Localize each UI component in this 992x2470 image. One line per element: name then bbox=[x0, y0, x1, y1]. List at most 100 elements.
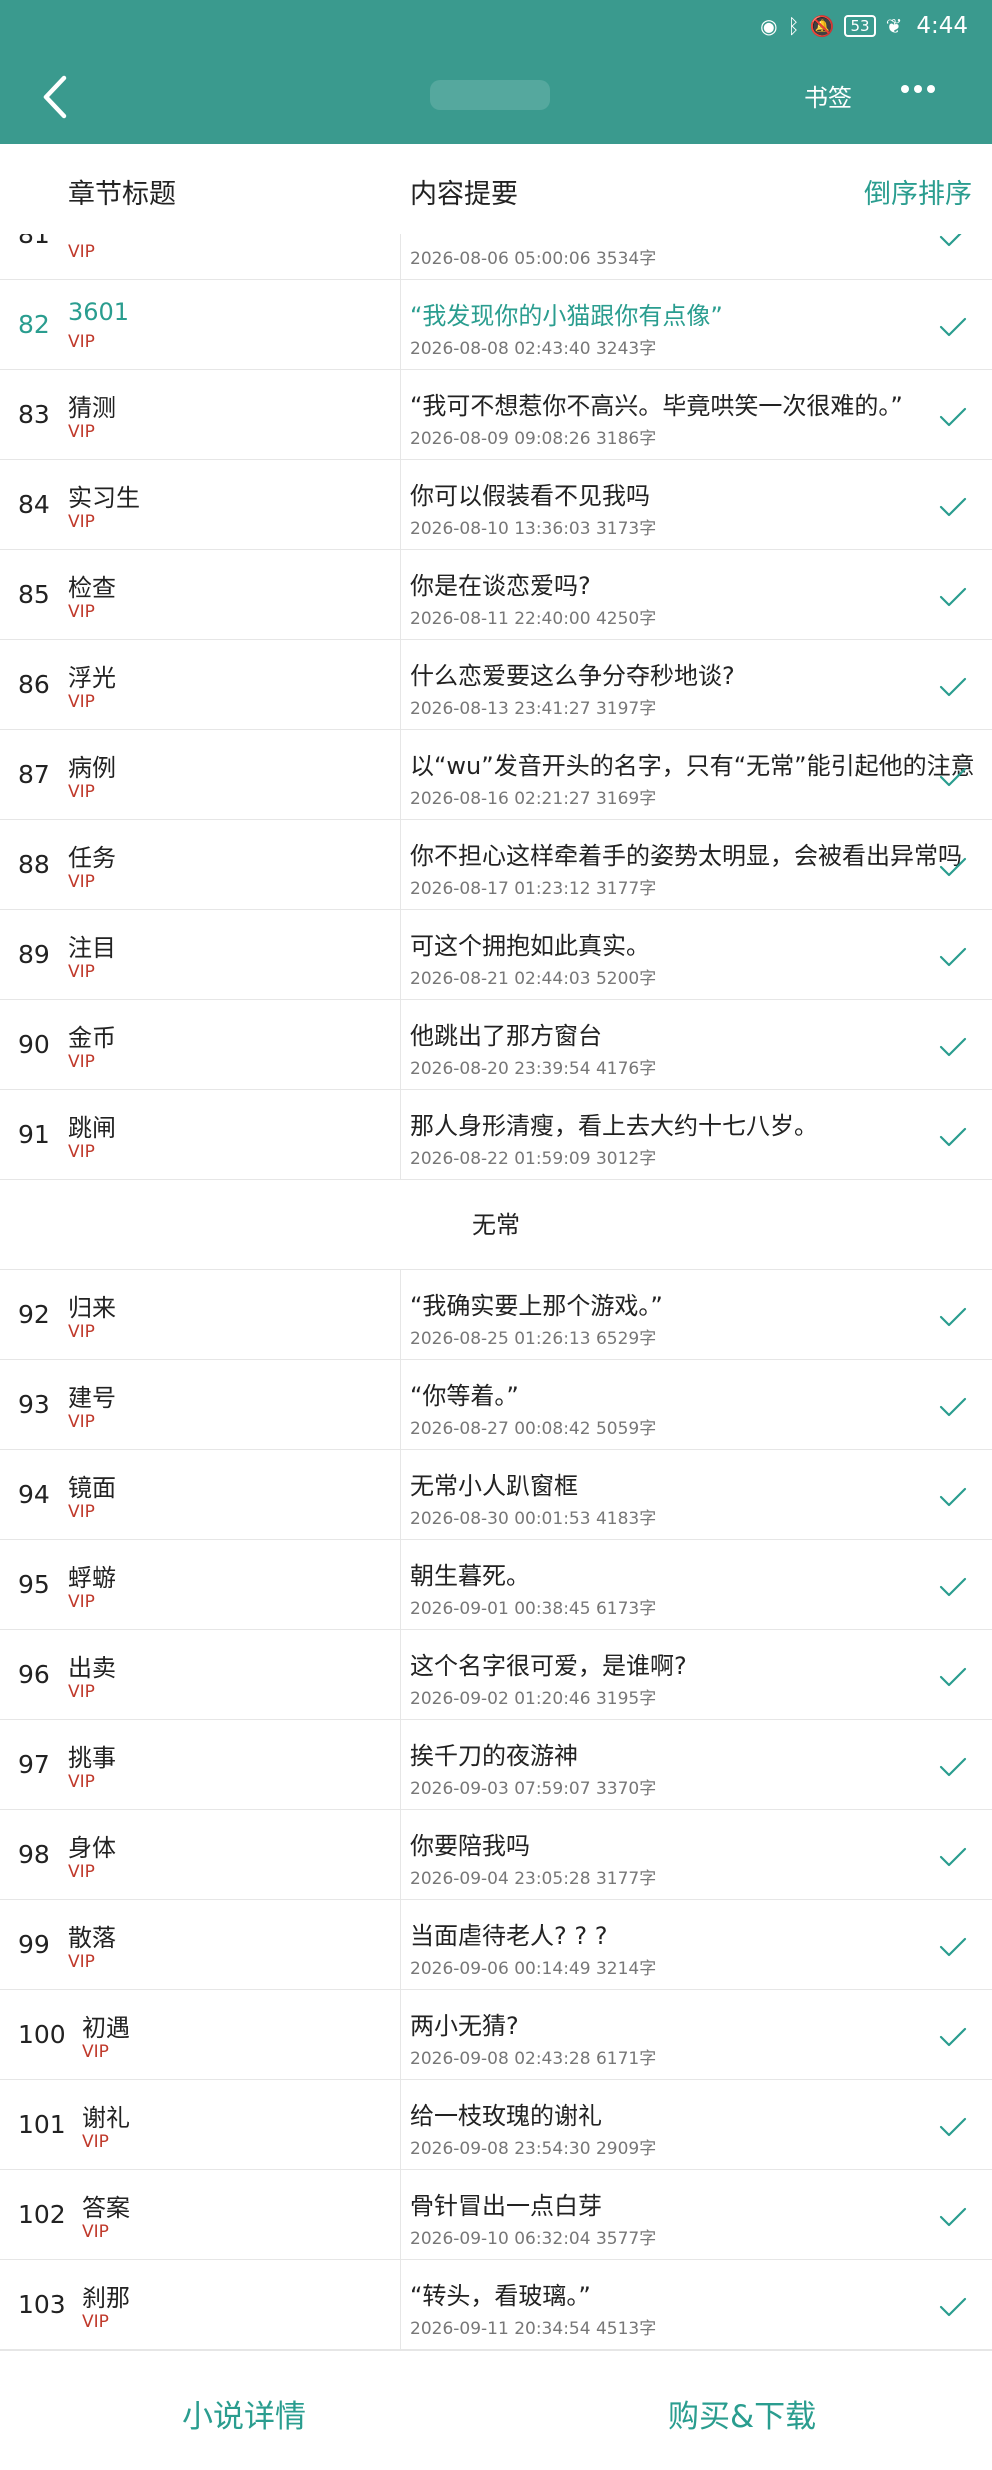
status-time: 4:44 bbox=[916, 13, 968, 39]
chapter-meta: 2026-08-20 23:39:54 4176字 bbox=[410, 1059, 657, 1079]
column-divider bbox=[400, 370, 401, 460]
chapter-number: 95 bbox=[18, 1570, 50, 1599]
novel-details-button[interactable]: 小说详情 bbox=[182, 2391, 306, 2436]
chapter-title: 猜测 bbox=[68, 394, 116, 422]
check-icon bbox=[938, 406, 968, 428]
chapter-row[interactable]: 82 3601 VIP “我发现你的小猫跟你有点像” 2026-08-08 02:43:… bbox=[0, 280, 992, 370]
bookmark-button[interactable]: 书签 bbox=[804, 78, 852, 113]
leaf-icon: ❦ bbox=[885, 14, 903, 38]
back-icon[interactable] bbox=[36, 72, 76, 122]
chapter-number: 82 bbox=[18, 310, 50, 339]
column-divider bbox=[400, 730, 401, 820]
vip-badge: VIP bbox=[68, 422, 95, 442]
chapter-row[interactable]: 88 任务 VIP 你不担心这样牵着手的姿势太明显，会被看出异常吗 2026-08-17… bbox=[0, 820, 992, 910]
chapter-title: 病例 bbox=[68, 754, 116, 782]
chapter-row[interactable]: 101 谢礼 VIP 给一枝玫瑰的谢礼 2026-09-08 23:54:30 2909… bbox=[0, 2080, 992, 2170]
column-header: 章节标题 内容提要 倒序排序 bbox=[0, 144, 992, 234]
vip-badge: VIP bbox=[68, 1142, 95, 1162]
chapter-title: 散落 bbox=[68, 1924, 116, 1952]
chapter-meta: 2026-09-04 23:05:28 3177字 bbox=[410, 1869, 657, 1889]
vip-badge: VIP bbox=[68, 1412, 95, 1432]
chapter-meta: 2026-09-01 00:38:45 6173字 bbox=[410, 1599, 657, 1619]
top-bar: ◉ ᛒ 🔕 53 ❦ 4:44 书签 bbox=[0, 0, 992, 144]
chapter-row[interactable]: 83 猜测 VIP “我可不想惹你不高兴。毕竟哄笑一次很难的。” 2026-08-09 … bbox=[0, 370, 992, 460]
chapter-row[interactable]: 95 蜉蝣 VIP 朝生暮死。 2026-09-01 00:38:45 6173字 bbox=[0, 1540, 992, 1630]
chapter-summary: 骨针冒出一点白芽 bbox=[410, 2192, 602, 2220]
chapter-row[interactable]: 90 金币 VIP 他跳出了那方窗台 2026-08-20 23:39:54 4176字 bbox=[0, 1000, 992, 1090]
chapter-summary: 以“wu”发音开头的名字，只有“无常”能引起他的注意 bbox=[410, 752, 975, 780]
chapter-row[interactable]: 89 注目 VIP 可这个拥抱如此真实。 2026-08-21 02:44:03 520… bbox=[0, 910, 992, 1000]
column-divider bbox=[400, 2260, 401, 2350]
column-divider bbox=[400, 1000, 401, 1090]
chapter-meta: 2026-09-03 07:59:07 3370字 bbox=[410, 1779, 657, 1799]
chapter-row[interactable]: 97 挑事 VIP 挨千刀的夜游神 2026-09-03 07:59:07 3370字 bbox=[0, 1720, 992, 1810]
chapter-summary: 挨千刀的夜游神 bbox=[410, 1742, 578, 1770]
buy-download-button[interactable]: 购买&下载 bbox=[668, 2391, 816, 2436]
chapter-number: 81 bbox=[18, 234, 50, 249]
chapter-row[interactable]: 103 刹那 VIP “转头，看玻璃。” 2026-09-11 20:34:54 451… bbox=[0, 2260, 992, 2350]
chapter-row[interactable]: 100 初遇 VIP 两小无猜? 2026-09-08 02:43:28 6171字 bbox=[0, 1990, 992, 2080]
chapter-row[interactable]: 99 散落 VIP 当面虐待老人? ? ? 2026-09-06 00:14:49 32… bbox=[0, 1900, 992, 1990]
chapter-title: 身体 bbox=[68, 1834, 116, 1862]
check-icon bbox=[938, 1756, 968, 1778]
chapter-number: 84 bbox=[18, 490, 50, 519]
chapter-summary: 什么恋爱要这么争分夺秒地谈? bbox=[410, 662, 735, 690]
chapter-row[interactable]: 94 镜面 VIP 无常小人趴窗框 2026-08-30 00:01:53 4183字 bbox=[0, 1450, 992, 1540]
chapter-row[interactable]: 91 跳闸 VIP 那人身形清瘦，看上去大约十七八岁。 2026-08-22 01:59… bbox=[0, 1090, 992, 1180]
chapter-title: 谢礼 bbox=[82, 2104, 130, 2132]
chapter-number: 86 bbox=[18, 670, 50, 699]
column-divider bbox=[400, 1360, 401, 1450]
chapter-row[interactable]: 93 建号 VIP “你等着。” 2026-08-27 00:08:42 5059字 bbox=[0, 1360, 992, 1450]
check-icon bbox=[938, 2296, 968, 2318]
chapter-title: 初遇 bbox=[82, 2014, 130, 2042]
chapter-number: 91 bbox=[18, 1120, 50, 1149]
chapter-meta: 2026-08-27 00:08:42 5059字 bbox=[410, 1419, 657, 1439]
chapter-summary: 你要陪我吗 bbox=[410, 1832, 530, 1860]
battery-icon: 53 bbox=[844, 15, 876, 37]
check-icon bbox=[938, 946, 968, 968]
chapter-title: 建号 bbox=[68, 1384, 116, 1412]
chapter-row[interactable]: 96 出卖 VIP 这个名字很可爱，是谁啊? 2026-09-02 01:20:46 3… bbox=[0, 1630, 992, 1720]
chapter-row[interactable]: 86 浮光 VIP 什么恋爱要这么争分夺秒地谈? 2026-08-13 23:41:27… bbox=[0, 640, 992, 730]
chapter-number: 101 bbox=[18, 2110, 66, 2139]
chapter-meta: 2026-08-13 23:41:27 3197字 bbox=[410, 699, 657, 719]
vip-badge: VIP bbox=[68, 872, 95, 892]
chapter-row[interactable]: 102 答案 VIP 骨针冒出一点白芽 2026-09-10 06:32:04 3577… bbox=[0, 2170, 992, 2260]
chapter-summary: 你不担心这样牵着手的姿势太明显，会被看出异常吗 bbox=[410, 842, 962, 870]
column-divider bbox=[400, 1990, 401, 2080]
check-icon bbox=[938, 586, 968, 608]
chapter-meta: 2026-08-30 00:01:53 4183字 bbox=[410, 1509, 657, 1529]
chapter-row[interactable]: 98 身体 VIP 你要陪我吗 2026-09-04 23:05:28 3177字 bbox=[0, 1810, 992, 1900]
eye-icon: ◉ bbox=[760, 14, 778, 38]
sort-reverse-button[interactable]: 倒序排序 bbox=[864, 172, 972, 211]
check-icon bbox=[938, 1666, 968, 1688]
chapter-summary: 给一枝玫瑰的谢礼 bbox=[410, 2102, 602, 2130]
mute-icon: 🔕 bbox=[809, 14, 835, 38]
vip-badge: VIP bbox=[68, 1052, 95, 1072]
more-icon[interactable] bbox=[900, 80, 936, 99]
check-icon bbox=[938, 234, 968, 248]
chapter-meta: 2026-08-11 22:40:00 4250字 bbox=[410, 609, 657, 629]
vip-badge: VIP bbox=[68, 962, 95, 982]
column-divider bbox=[400, 1270, 401, 1360]
chapter-summary: 可这个拥抱如此真实。 bbox=[410, 932, 650, 960]
vip-badge: VIP bbox=[68, 332, 95, 352]
chapter-meta: 2026-08-21 02:44:03 5200字 bbox=[410, 969, 657, 989]
chapter-list[interactable]: 81 VIP 2026-08-06 05:00:06 3534字 82 3601 VIP “… bbox=[0, 234, 992, 2350]
check-icon bbox=[938, 856, 968, 878]
vip-badge: VIP bbox=[68, 692, 95, 712]
check-icon bbox=[938, 1126, 968, 1148]
chapter-row[interactable]: 92 归来 VIP “我确实要上那个游戏。” 2026-08-25 01:26:13 6… bbox=[0, 1270, 992, 1360]
chapter-number: 88 bbox=[18, 850, 50, 879]
chapter-row[interactable]: 87 病例 VIP 以“wu”发音开头的名字，只有“无常”能引起他的注意 2026-08… bbox=[0, 730, 992, 820]
check-icon bbox=[938, 2206, 968, 2228]
chapter-row[interactable]: 85 检查 VIP 你是在谈恋爱吗? 2026-08-11 22:40:00 4250字 bbox=[0, 550, 992, 640]
chapter-summary: “你等着。” bbox=[410, 1382, 519, 1410]
chapter-number: 87 bbox=[18, 760, 50, 789]
chapter-row[interactable]: 84 实习生 VIP 你可以假装看不见我吗 2026-08-10 13:36:03 31… bbox=[0, 460, 992, 550]
check-icon bbox=[938, 2026, 968, 2048]
chapter-number: 92 bbox=[18, 1300, 50, 1329]
chapter-meta: 2026-09-10 06:32:04 3577字 bbox=[410, 2229, 657, 2249]
chapter-row[interactable]: 81 VIP 2026-08-06 05:00:06 3534字 bbox=[0, 234, 992, 280]
chapter-meta: 2026-09-06 00:14:49 3214字 bbox=[410, 1959, 657, 1979]
